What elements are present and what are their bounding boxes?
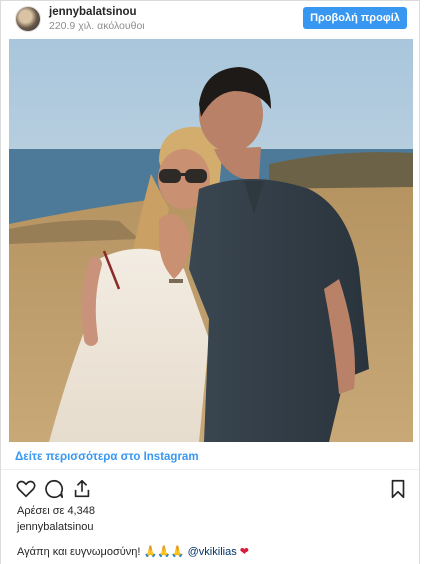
heart-outline-icon[interactable] — [15, 478, 37, 500]
post-header: jennybalatsinou 220.9 χιλ. ακόλουθοι Προ… — [1, 1, 421, 37]
view-profile-button[interactable]: Προβολή προφίλ — [303, 7, 407, 29]
username[interactable]: jennybalatsinou — [49, 6, 137, 18]
avatar[interactable] — [15, 6, 41, 32]
post-owner-username[interactable]: jennybalatsinou — [17, 521, 93, 533]
heart-emoji-icon: ❤ — [236, 546, 249, 558]
couple-photo — [9, 39, 413, 442]
instagram-embed-card: jennybalatsinou 220.9 χιλ. ακόλουθοι Προ… — [0, 0, 421, 564]
action-bar — [1, 478, 421, 504]
comment-bubble-icon[interactable] — [43, 478, 65, 500]
view-more-on-instagram-link[interactable]: Δείτε περισσότερα στο Instagram — [1, 444, 421, 470]
caption-mention-link[interactable]: @vkikilias — [188, 546, 237, 558]
caption-pray-emojis: 🙏🙏🙏 — [143, 546, 188, 558]
caption-text: Αγάπη και ευγνωμοσύνη! — [17, 546, 144, 558]
post-caption: Αγάπη και ευγνωμοσύνη! 🙏🙏🙏 @vkikilias ❤ — [17, 545, 249, 558]
share-upload-icon[interactable] — [71, 478, 93, 500]
follower-count: 220.9 χιλ. ακόλουθοι — [49, 20, 145, 32]
likes-count[interactable]: Αρέσει σε 4,348 — [17, 505, 95, 517]
post-photo[interactable] — [9, 39, 413, 442]
bookmark-icon[interactable] — [387, 478, 409, 500]
